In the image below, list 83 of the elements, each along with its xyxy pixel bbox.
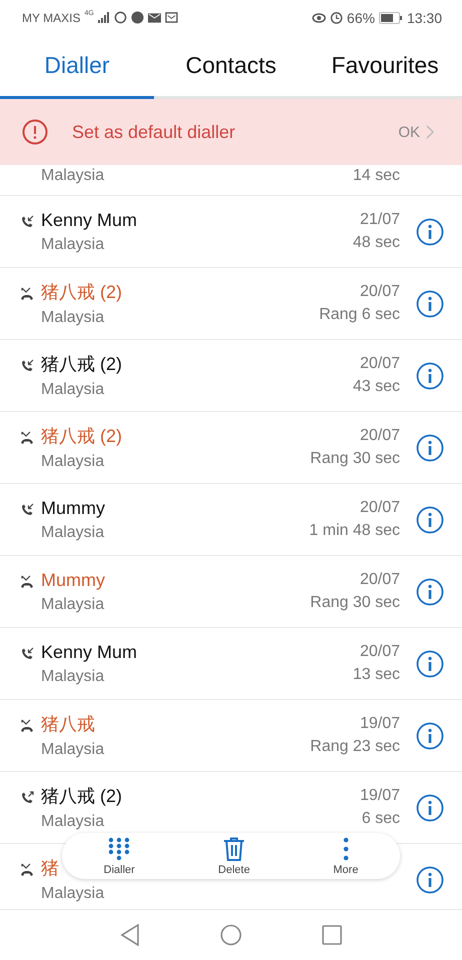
message-icon [164,12,178,23]
warning-icon [22,119,48,145]
call-duration: Rang 23 sec [310,738,400,756]
banner-message: Set as default dialler [72,122,236,142]
signal-icon [98,12,110,23]
contact-name: 猪八戒 (2) [41,425,122,448]
call-date: 19/07 [360,787,400,805]
info-icon[interactable] [416,434,444,462]
eye-icon [312,12,326,23]
carrier-name: MY MAXIS [22,10,80,24]
info-icon[interactable] [416,722,444,750]
trash-icon [223,836,246,860]
info-icon[interactable] [416,290,444,318]
missed-call-icon [20,287,34,301]
call-duration: 14 sec [352,167,400,185]
more-icon [342,836,349,860]
tab[interactable]: Contacts [154,35,308,99]
call-date: 19/07 [360,715,400,733]
call-duration: 1 min 48 sec [309,522,400,540]
dialpad-icon [108,836,130,860]
call-location: Malaysia [41,813,104,831]
call-location: Malaysia [41,668,104,686]
contact-name: 猪八戒 (2) [41,785,122,808]
info-icon[interactable] [416,506,444,534]
call-duration: Rang 30 sec [310,594,400,612]
contact-name: Mummy [41,570,105,590]
call-duration: Rang 30 sec [310,450,400,468]
call-date: 20/07 [360,571,400,589]
call-location: Malaysia [41,885,104,903]
tab[interactable]: Favourites [308,35,462,99]
missed-call-icon [20,575,34,589]
contact-name: 猪八戒 [41,713,95,736]
missed-call-icon [20,863,34,877]
incoming-call-icon [20,359,34,373]
call-date: 21/07 [360,211,400,229]
battery-icon [378,12,403,24]
call-duration: 48 sec [352,234,400,252]
info-icon[interactable] [416,578,444,606]
missed-call-icon [20,431,34,445]
contact-name: 猪八戒 (2) [41,281,122,304]
call-duration: 6 sec [362,810,400,828]
call-date: 20/07 [360,499,400,517]
call-date: 20/07 [360,427,400,445]
call-location: Malaysia [41,309,104,327]
action-button[interactable]: Delete [218,836,250,876]
call-duration: Rang 6 sec [319,306,400,324]
contact-name: 猪 [41,857,59,880]
info-icon[interactable] [416,794,444,822]
info-icon[interactable] [416,362,444,390]
call-location: Malaysia [41,381,104,399]
info-icon[interactable] [416,650,444,678]
call-location: Malaysia [41,453,104,471]
contact-name: Mummy [41,498,105,518]
outgoing-call-icon [20,791,34,805]
incoming-call-icon [20,647,34,661]
call-date: 20/07 [360,643,400,661]
call-date: 20/07 [360,283,400,301]
info-icon[interactable] [416,866,444,894]
contact-name: Kenny Mum [41,642,138,662]
action-button[interactable]: More [333,836,358,876]
call-location: Malaysia [41,741,104,759]
alarm-icon [330,11,343,24]
call-location: Malaysia [41,167,104,185]
contact-name: 猪八戒 (2) [41,353,122,376]
contact-name: Kenny Mum [41,210,138,230]
call-location: Malaysia [41,236,104,254]
battery-percent: 66% [346,10,375,26]
chevron-right-icon [426,125,434,139]
incoming-call-icon [20,215,34,229]
call-date: 20/07 [360,355,400,373]
action-button[interactable]: Dialler [104,836,135,876]
home-icon[interactable] [220,924,242,946]
call-duration: 13 sec [352,666,400,684]
clock: 13:30 [406,10,442,26]
missed-call-icon [20,719,34,733]
incoming-call-icon [20,503,34,517]
call-location: Malaysia [41,524,104,542]
info-icon[interactable] [416,218,444,246]
mail-icon [148,12,161,22]
recents-icon[interactable] [322,925,342,945]
call-location: Malaysia [41,596,104,614]
call-duration: 43 sec [352,378,400,396]
back-icon[interactable] [120,924,140,946]
